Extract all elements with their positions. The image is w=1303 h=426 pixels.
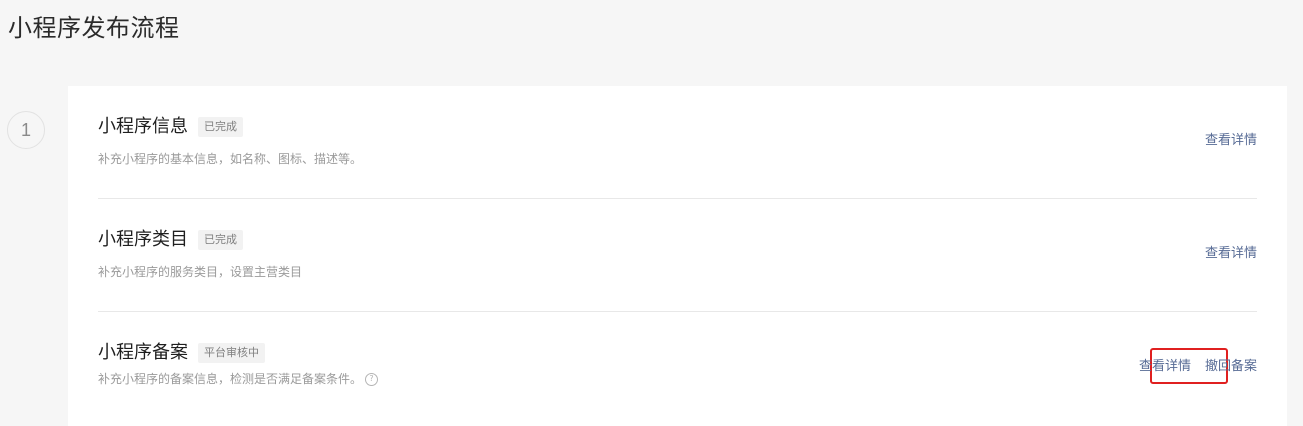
item-title: 小程序备案 <box>98 342 188 363</box>
item-title-row: 小程序类目 已完成 <box>98 227 243 253</box>
withdraw-filing-link[interactable]: 撤回备案 <box>1205 358 1257 376</box>
item-description: 补充小程序的服务类目，设置主营类目 <box>98 263 302 281</box>
item-description-text: 补充小程序的基本信息，如名称、图标、描述等。 <box>98 152 363 166</box>
status-badge: 平台审核中 <box>198 343 265 363</box>
step-item-mini-program-info: 小程序信息 已完成 补充小程序的基本信息，如名称、图标、描述等。 查看详情 <box>98 86 1257 198</box>
step-item-mini-program-category: 小程序类目 已完成 补充小程序的服务类目，设置主营类目 查看详情 <box>98 199 1257 311</box>
steps-card: 小程序信息 已完成 补充小程序的基本信息，如名称、图标、描述等。 查看详情 小程… <box>68 86 1287 426</box>
item-description-text: 补充小程序的备案信息，检测是否满足备案条件。 <box>98 372 363 386</box>
item-title: 小程序信息 <box>98 116 188 137</box>
item-title: 小程序类目 <box>98 229 188 250</box>
view-details-link[interactable]: 查看详情 <box>1205 245 1257 263</box>
item-title-row: 小程序备案 平台审核中 <box>98 340 265 366</box>
status-badge: 已完成 <box>198 117 243 137</box>
item-description: 补充小程序的基本信息，如名称、图标、描述等。 <box>98 150 362 168</box>
status-badge: 已完成 <box>198 230 243 250</box>
item-description-text: 补充小程序的服务类目，设置主营类目 <box>98 265 303 279</box>
view-details-link[interactable]: 查看详情 <box>1205 132 1257 150</box>
question-circle-icon[interactable]: ? <box>365 372 379 386</box>
step-item-mini-program-filing: 小程序备案 平台审核中 补充小程序的备案信息，检测是否满足备案条件。 ? 查看详… <box>98 312 1257 426</box>
step-number-indicator: 1 <box>7 111 45 149</box>
item-description: 补充小程序的备案信息，检测是否满足备案条件。 ? <box>98 370 379 388</box>
view-details-link[interactable]: 查看详情 <box>1139 358 1191 376</box>
page-title: 小程序发布流程 <box>8 14 180 42</box>
item-title-row: 小程序信息 已完成 <box>98 114 243 140</box>
